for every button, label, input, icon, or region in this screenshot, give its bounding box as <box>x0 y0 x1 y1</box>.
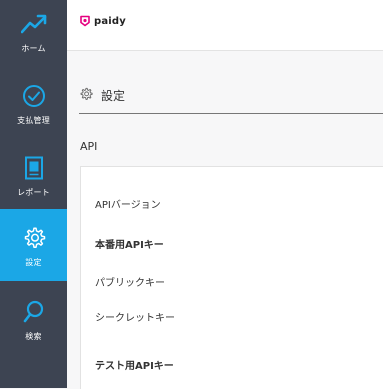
api-settings-card: APIバージョン 本番用APIキー パブリックキー シークレットキー テスト用A… <box>80 166 383 389</box>
page-title-row: 設定 <box>79 86 125 105</box>
paidy-logo[interactable]: paidy <box>79 12 126 31</box>
sidebar-item-search[interactable]: 検索 <box>0 288 67 360</box>
sidebar-item-payments[interactable]: 支払管理 <box>0 72 67 144</box>
api-version-label: APIバージョン <box>95 200 161 211</box>
sidebar-item-report[interactable]: レポート <box>0 144 67 216</box>
check-circle-icon <box>21 83 47 109</box>
trend-up-icon <box>20 11 47 37</box>
sidebar-item-home[interactable]: ホーム <box>0 0 67 72</box>
gear-icon <box>21 225 47 251</box>
sidebar-item-label: ホーム <box>21 44 46 53</box>
paidy-logo-icon <box>79 12 91 31</box>
sidebar-item-label: 支払管理 <box>17 116 50 125</box>
secret-key-label: シークレットキー <box>95 313 175 324</box>
section-title-api: API <box>80 140 98 153</box>
test-api-key-heading: テスト用APIキー <box>95 361 174 372</box>
page-title: 設定 <box>101 89 126 103</box>
gear-icon <box>79 86 93 105</box>
title-divider <box>79 113 383 114</box>
sidebar-item-settings[interactable]: 設定 <box>0 209 67 281</box>
public-key-label: パブリックキー <box>95 278 165 289</box>
production-api-key-heading: 本番用APIキー <box>95 240 164 251</box>
logo-text: paidy <box>94 16 127 27</box>
sidebar-item-label: 検索 <box>25 332 42 341</box>
sidebar: ホーム 支払管理 レポート 設定 検索 <box>0 0 67 388</box>
top-bar: paidy <box>67 0 383 51</box>
sidebar-item-label: レポート <box>17 188 50 197</box>
search-icon <box>21 299 47 325</box>
sidebar-item-label: 設定 <box>25 258 42 267</box>
document-icon <box>21 155 47 181</box>
